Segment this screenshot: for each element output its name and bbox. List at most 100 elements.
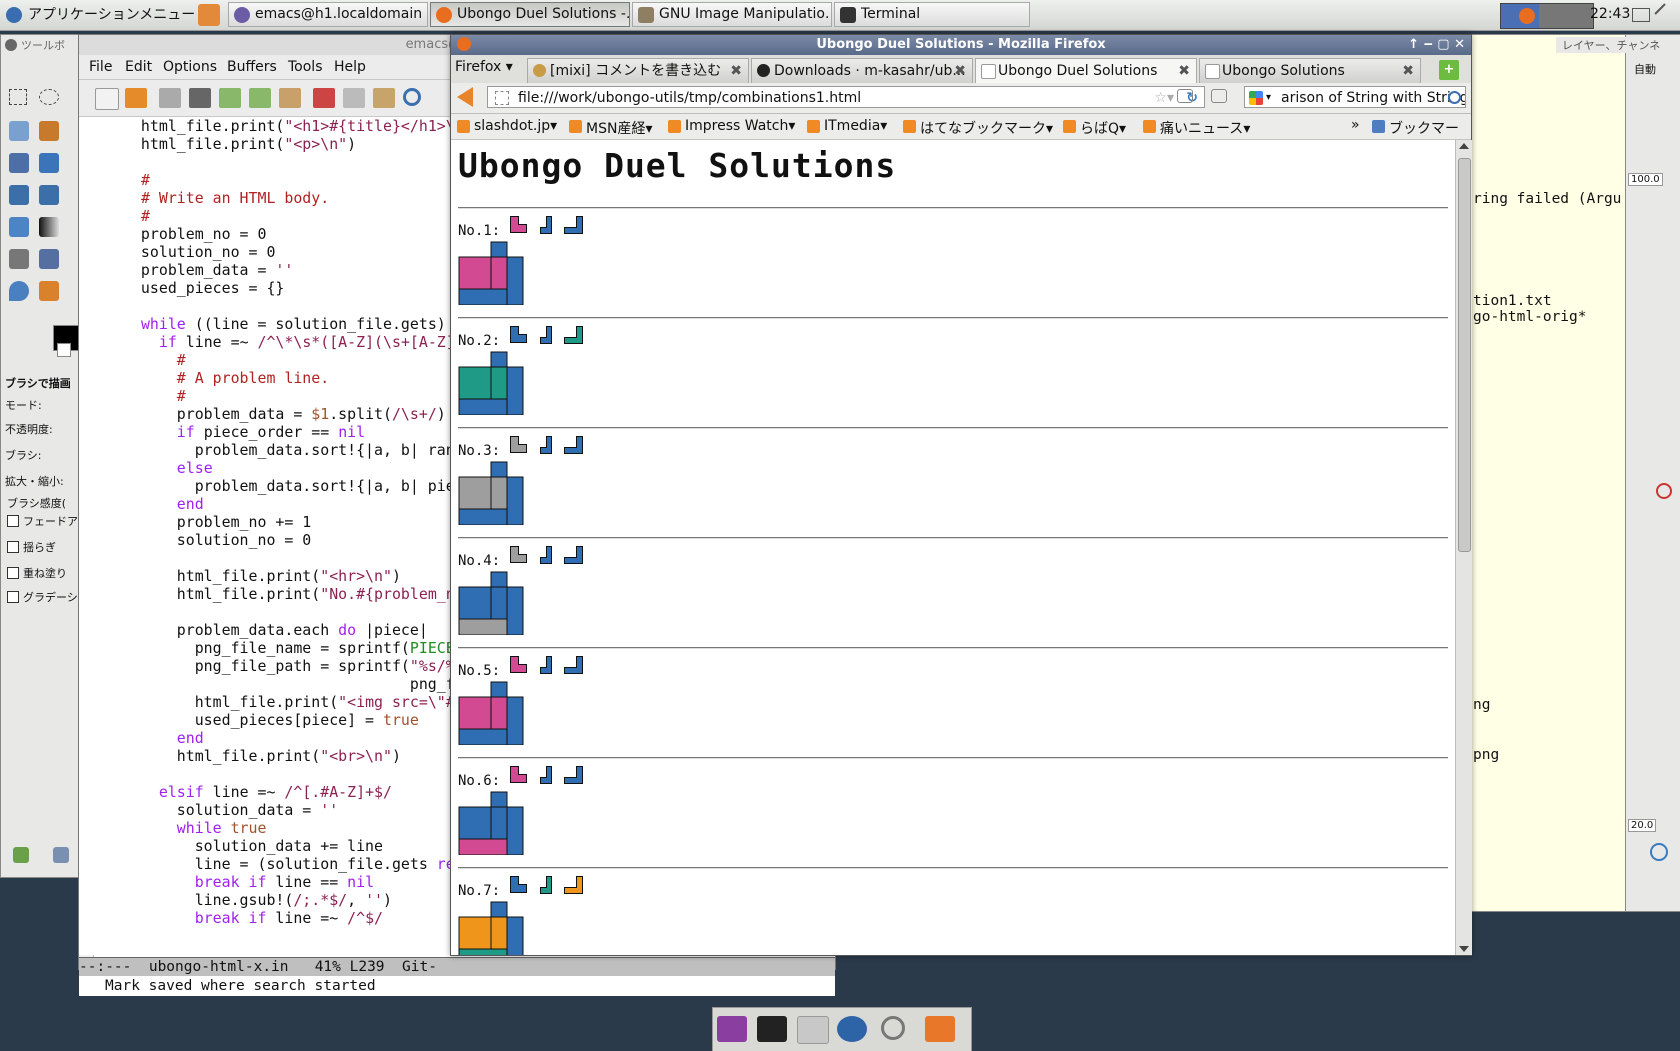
url-bar[interactable]: file:///work/ubongo-utils/tmp/combinatio… [487,86,1205,108]
menu-edit[interactable]: Edit [125,59,152,75]
bookmark-itmedia[interactable]: ITmedia▾ [807,118,887,134]
menu-buffers[interactable]: Buffers [227,59,277,75]
discard-icon[interactable] [189,88,211,108]
bucket-fill-tool-icon[interactable] [9,217,29,237]
paths-tool-icon[interactable] [9,153,29,173]
scissors-tool-icon[interactable] [9,121,29,141]
copy-icon[interactable] [343,88,365,108]
new-tab-plus-icon[interactable]: + [1439,60,1459,80]
google-engine-icon[interactable] [1249,91,1263,105]
bookmark-msn[interactable]: MSN産経▾ [569,118,652,138]
bookmark-impress[interactable]: Impress Watch▾ [668,118,795,134]
bookmark-slashdot[interactable]: slashdot.jp▾ [457,118,557,134]
tab-close-icon[interactable]: ✖ [730,59,742,83]
rect-select-tool-icon[interactable] [9,89,27,105]
back-arrow-icon[interactable] [457,87,473,107]
rss-feed-icon [1063,120,1076,133]
solution-piece [458,508,508,525]
piece-icon [540,326,552,344]
bookmark-itai[interactable]: 痛いニュース▾ [1143,118,1250,138]
search-icon[interactable] [881,1016,905,1040]
scroll-up-arrow-icon[interactable] [1459,143,1469,149]
bookmark-hatena[interactable]: はてなブックマーク▾ [903,118,1053,138]
value-field-1[interactable]: 100.0 [1628,173,1663,186]
pencil-tool-icon[interactable] [9,249,29,269]
smudge-tool-icon[interactable] [39,281,59,301]
task-terminal[interactable]: Terminal [834,2,1030,27]
dynamics-label[interactable]: ブラシ感度( [7,495,66,511]
bookmark-star-icon[interactable]: ☆▾ [1154,87,1174,109]
tab-mixi[interactable]: [mixi] コメントを書き込む ✖ [527,58,749,83]
gradient-checkbox[interactable] [7,591,19,603]
zoom-in-icon[interactable] [1211,89,1227,103]
restore-options-icon[interactable] [53,847,69,863]
pin-icon[interactable] [1654,3,1676,25]
folder-icon[interactable] [925,1016,955,1042]
engine-dropdown-icon[interactable]: ▾ [1266,87,1271,107]
tab-close-icon[interactable]: ✖ [954,59,966,83]
ellipse-select-tool-icon[interactable] [39,89,59,105]
tab-ubongo-solutions[interactable]: Ubongo Solutions ✖ [1199,58,1421,83]
undo-icon[interactable] [279,88,301,108]
menu-help[interactable]: Help [334,59,366,75]
value-field-2[interactable]: 20.0 [1628,819,1657,832]
menu-tools[interactable]: Tools [288,59,323,75]
fade-checkbox[interactable] [7,515,19,527]
save-options-icon[interactable] [13,847,29,863]
web-browser-icon[interactable] [837,1016,867,1042]
emacs-minibuffer[interactable]: Mark saved where search started [79,976,835,996]
app-menu-button[interactable]: アプリケーションメニュー [4,3,195,27]
perspective-tool-icon[interactable] [39,185,59,205]
menu-options[interactable]: Options [163,59,217,75]
page-content[interactable]: Ubongo Duel Solutions No.1: No.2: No.3: No.… [451,140,1455,955]
tab-downloads[interactable]: Downloads · m-kasahr/ub... ✖ [751,58,973,83]
piece-icon [540,656,552,674]
fg-select-tool-icon[interactable] [39,121,59,141]
task-gimp[interactable]: GNU Image Manipulatio… [632,2,832,27]
tab-close-icon[interactable]: ✖ [1178,59,1190,83]
search-bar[interactable]: ▾ arison of String with String [1244,86,1466,108]
bookmarks-overflow-button[interactable]: » [1351,117,1360,133]
search-icon[interactable] [403,88,421,106]
bookmark-rabaq[interactable]: らばQ▾ [1063,118,1126,138]
airbrush-tool-icon[interactable] [39,249,59,269]
zoom-out-icon[interactable] [1177,89,1193,103]
background-color-swatch[interactable] [57,343,71,357]
workspace-switcher[interactable] [1500,3,1594,29]
delete-icon[interactable] [1656,483,1672,499]
tab-ubongo-duel[interactable]: Ubongo Duel Solutions ✖ [975,58,1197,83]
save-as-icon[interactable] [249,88,271,108]
blur-tool-icon[interactable] [9,281,29,301]
incremental-checkbox[interactable] [7,567,19,579]
auto-label[interactable]: 自動 [1634,61,1656,77]
scroll-down-arrow-icon[interactable] [1459,946,1469,952]
scroll-thumb[interactable] [1458,158,1471,552]
open-folder-icon[interactable] [125,88,147,108]
paste-icon[interactable] [373,88,395,108]
launcher-icon[interactable] [198,4,220,26]
menu-file[interactable]: File [89,59,112,75]
task-emacs[interactable]: emacs@h1.localdomain [228,2,428,27]
tab-close-icon[interactable]: ✖ [1402,59,1414,83]
move-tool-icon[interactable] [39,153,59,173]
blend-tool-icon[interactable] [39,217,59,237]
close-buffer-icon[interactable] [159,88,181,108]
search-magnifier-icon[interactable] [1448,91,1461,104]
page-scrollbar[interactable] [1455,140,1472,955]
bookmark-label: 痛いニュース [1160,121,1244,137]
refresh-icon[interactable] [1650,843,1668,861]
keyboard-icon[interactable] [1632,8,1650,22]
file-cabinet-icon[interactable] [797,1016,829,1044]
site-identity-icon[interactable] [495,91,509,105]
jitter-checkbox[interactable] [7,541,19,553]
media-player-icon[interactable] [717,1016,747,1042]
firefox-menu-button[interactable]: Firefox ▾ [455,59,513,75]
scale-tool-icon[interactable] [9,185,29,205]
terminal-icon[interactable] [757,1016,787,1042]
gradient-label: グラデーシ [23,591,78,604]
save-icon[interactable] [219,88,241,108]
cut-icon[interactable] [313,88,335,108]
window-buttons[interactable]: ↑ ‒ ▢ ✕ [1408,35,1465,55]
new-file-icon[interactable] [95,88,119,110]
task-firefox[interactable]: Ubongo Duel Solutions -… [430,2,630,27]
